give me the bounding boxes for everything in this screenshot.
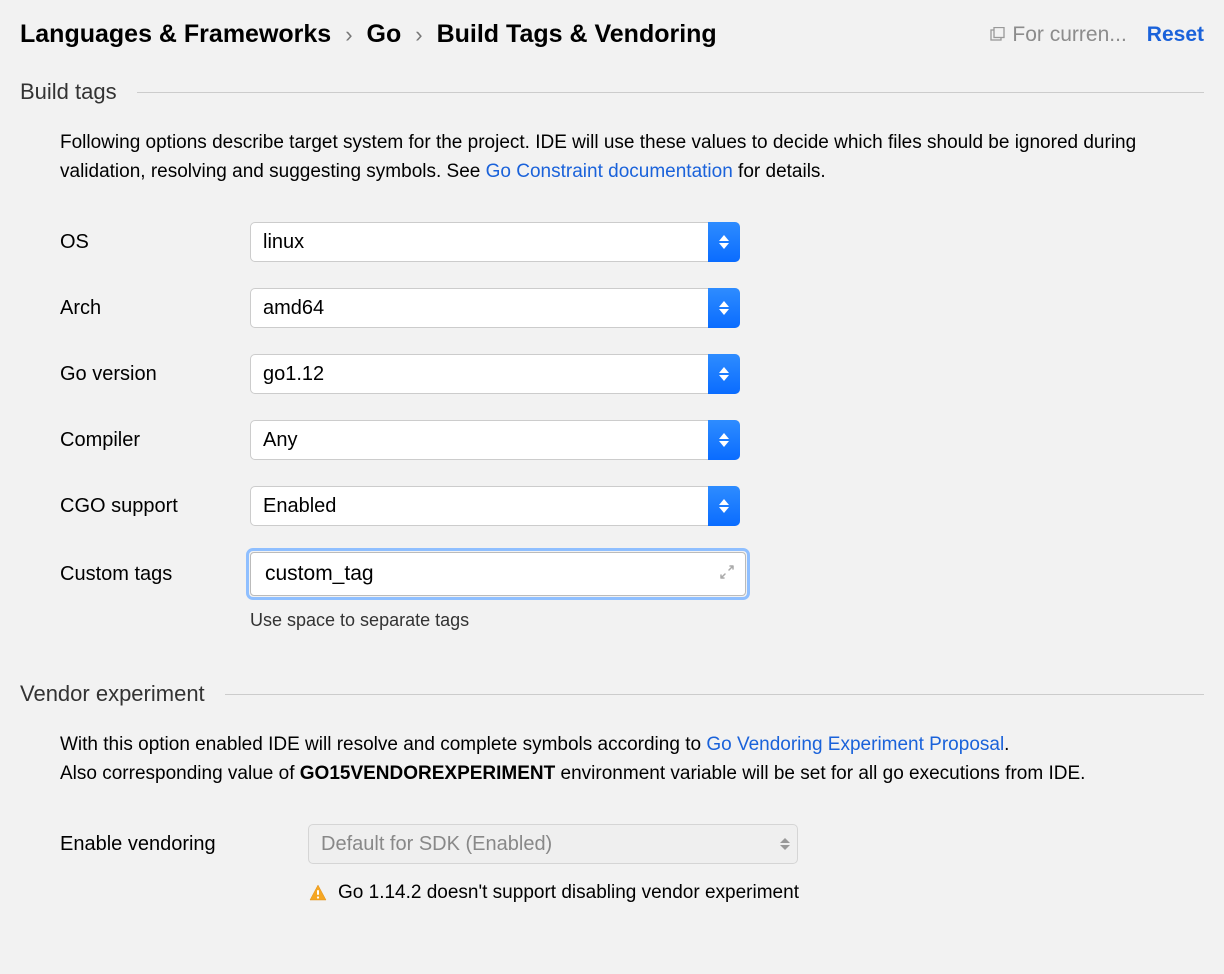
enable-vendoring-label: Enable vendoring xyxy=(60,833,308,856)
os-row: OS linux xyxy=(60,222,1204,262)
select-arrows-icon xyxy=(708,420,740,460)
select-arrows-icon xyxy=(708,486,740,526)
settings-header: Languages & Frameworks › Go › Build Tags… xyxy=(20,20,1204,49)
compiler-select[interactable]: Any xyxy=(250,420,740,460)
section-title: Vendor experiment xyxy=(20,681,205,707)
arch-row: Arch amd64 xyxy=(60,288,1204,328)
cgo-select[interactable]: Enabled xyxy=(250,486,740,526)
enable-vendoring-row: Enable vendoring Default for SDK (Enable… xyxy=(60,824,1204,864)
vendor-description: With this option enabled IDE will resolv… xyxy=(60,731,1184,788)
scope-label: For curren... xyxy=(1012,23,1126,47)
divider xyxy=(225,694,1204,695)
breadcrumb: Languages & Frameworks › Go › Build Tags… xyxy=(20,20,717,49)
section-title: Build tags xyxy=(20,79,117,105)
custom-tags-input[interactable] xyxy=(250,552,746,596)
go-version-select[interactable]: go1.12 xyxy=(250,354,740,394)
compiler-label: Compiler xyxy=(60,429,250,452)
cgo-label: CGO support xyxy=(60,495,250,518)
build-tags-form: OS linux Arch amd64 Go version xyxy=(60,222,1204,596)
os-label: OS xyxy=(60,231,250,254)
vendor-warning-text: Go 1.14.2 doesn't support disabling vend… xyxy=(338,882,799,904)
custom-tags-helper: Use space to separate tags xyxy=(250,610,1204,631)
cgo-row: CGO support Enabled xyxy=(60,486,1204,526)
vendor-section: Vendor experiment With this option enabl… xyxy=(20,681,1204,904)
scope-indicator[interactable]: For curren... xyxy=(990,23,1126,47)
go-version-select-value: go1.12 xyxy=(263,363,324,386)
go-constraint-doc-link[interactable]: Go Constraint documentation xyxy=(486,161,733,182)
vendor-warning: Go 1.14.2 doesn't support disabling vend… xyxy=(308,882,1204,904)
select-arrows-icon xyxy=(708,288,740,328)
go-version-label: Go version xyxy=(60,363,250,386)
breadcrumb-item: Build Tags & Vendoring xyxy=(437,20,717,49)
breadcrumb-item[interactable]: Go xyxy=(367,20,402,49)
select-arrows-icon xyxy=(708,354,740,394)
custom-tags-row: Custom tags xyxy=(60,552,1204,596)
os-select[interactable]: linux xyxy=(250,222,740,262)
go-vendoring-proposal-link[interactable]: Go Vendoring Experiment Proposal xyxy=(706,734,1004,755)
select-arrows-icon xyxy=(780,838,790,850)
divider xyxy=(137,92,1204,93)
chevron-right-icon: › xyxy=(345,22,352,48)
select-arrows-icon xyxy=(708,222,740,262)
chevron-right-icon: › xyxy=(415,22,422,48)
build-tags-description: Following options describe target system… xyxy=(60,129,1184,186)
os-select-value: linux xyxy=(263,231,304,254)
env-var-name: GO15VENDOREXPERIMENT xyxy=(300,763,556,784)
breadcrumb-item[interactable]: Languages & Frameworks xyxy=(20,20,331,49)
expand-icon[interactable] xyxy=(720,563,734,585)
warning-icon xyxy=(308,883,328,903)
custom-tags-label: Custom tags xyxy=(60,563,250,586)
section-header-build-tags: Build tags xyxy=(20,79,1204,105)
arch-select-value: amd64 xyxy=(263,297,324,320)
custom-tags-input-wrapper xyxy=(250,552,746,596)
arch-label: Arch xyxy=(60,297,250,320)
project-scope-icon xyxy=(990,27,1006,43)
compiler-row: Compiler Any xyxy=(60,420,1204,460)
reset-button[interactable]: Reset xyxy=(1147,23,1204,47)
header-actions: For curren... Reset xyxy=(990,23,1204,47)
go-version-row: Go version go1.12 xyxy=(60,354,1204,394)
cgo-select-value: Enabled xyxy=(263,495,336,518)
arch-select[interactable]: amd64 xyxy=(250,288,740,328)
enable-vendoring-select: Default for SDK (Enabled) xyxy=(308,824,798,864)
compiler-select-value: Any xyxy=(263,429,297,452)
section-header-vendor: Vendor experiment xyxy=(20,681,1204,707)
enable-vendoring-value: Default for SDK (Enabled) xyxy=(321,833,552,856)
